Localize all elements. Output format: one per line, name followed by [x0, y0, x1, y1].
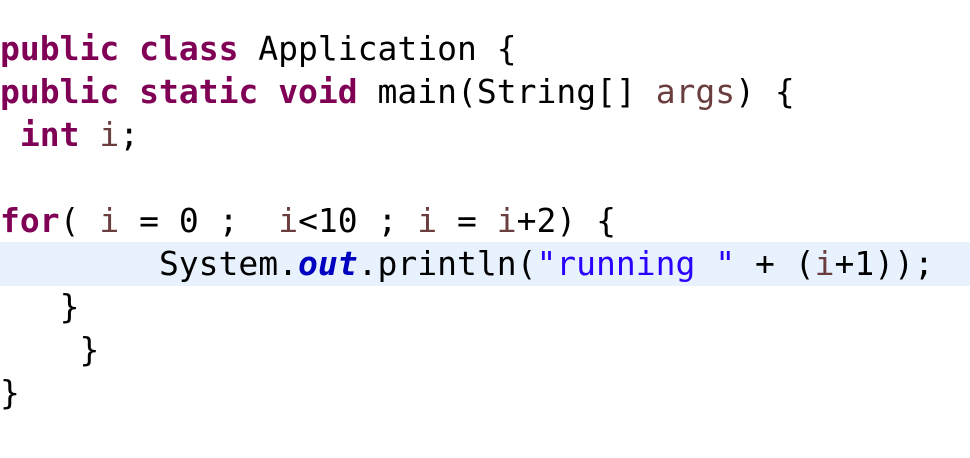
code-token: i: [99, 201, 120, 240]
code-line-8[interactable]: }: [0, 328, 970, 372]
code-token: i: [417, 201, 438, 240]
code-line-1[interactable]: public class Application {: [0, 27, 970, 71]
code-token: =: [437, 201, 497, 240]
code-token: args: [655, 72, 736, 111]
code-token: +2) {: [516, 201, 616, 240]
code-token: = 0 ;: [119, 201, 279, 240]
code-token: public: [0, 72, 120, 111]
code-line-9[interactable]: }: [0, 371, 970, 415]
code-token: <10 ;: [298, 201, 418, 240]
code-token: }: [0, 373, 20, 412]
code-token: .println(: [357, 244, 537, 283]
code-line-6-current[interactable]: System.out.println("running " + (i+1));: [0, 242, 970, 286]
code-token: main(String[]: [357, 72, 656, 111]
code-line-3[interactable]: int i;: [0, 113, 970, 157]
code-line-2[interactable]: public static void main(String[] args) {: [0, 70, 970, 114]
code-token: i: [496, 201, 517, 240]
code-token: }: [0, 287, 80, 326]
code-line-4[interactable]: [0, 156, 970, 200]
code-token: static: [139, 72, 259, 111]
code-token: ;: [119, 115, 140, 154]
code-token: System.: [0, 244, 299, 283]
code-token: + (: [735, 244, 815, 283]
code-token: public: [0, 29, 120, 68]
code-token: i: [278, 201, 299, 240]
code-editor[interactable]: public class Application { public static…: [0, 0, 970, 458]
code-token: void: [278, 72, 358, 111]
code-line-7[interactable]: }: [0, 285, 970, 329]
code-token: (: [59, 201, 100, 240]
code-token: }: [0, 330, 100, 369]
code-token: for: [0, 201, 60, 240]
code-token: out: [298, 244, 358, 283]
code-token: int: [19, 115, 80, 154]
code-token: i: [814, 244, 835, 283]
code-line-5[interactable]: for( i = 0 ; i<10 ; i = i+2) {: [0, 199, 970, 243]
code-token: "running ": [536, 244, 736, 283]
code-token: +1));: [834, 244, 934, 283]
code-token: class: [139, 29, 239, 68]
code-token: Application {: [238, 29, 517, 68]
code-token: ) {: [735, 72, 795, 111]
code-token: i: [99, 115, 120, 154]
